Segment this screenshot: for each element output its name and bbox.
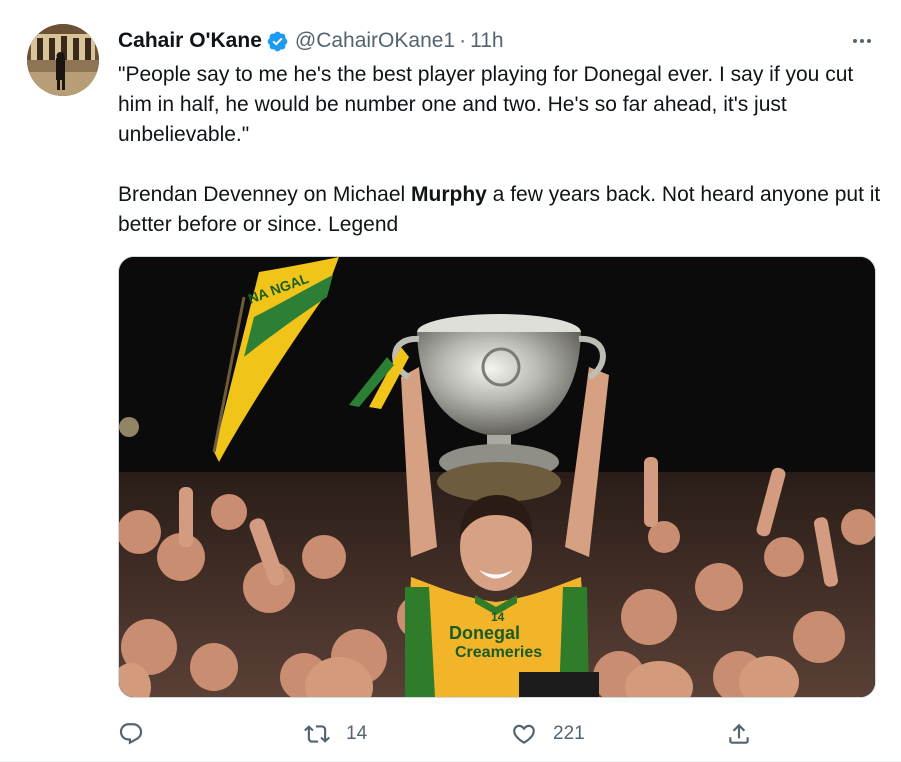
tweet-actions: 14 221 bbox=[118, 716, 758, 752]
retweet-count: 14 bbox=[346, 723, 368, 744]
author-avatar[interactable] bbox=[27, 24, 99, 96]
retweet-button[interactable]: 14 bbox=[304, 716, 367, 752]
more-icon[interactable] bbox=[849, 28, 875, 54]
verified-badge-icon bbox=[266, 30, 289, 53]
tweet-photo[interactable]: NA NGAL Donegal Creameries 14 bbox=[118, 256, 876, 698]
share-button[interactable] bbox=[726, 716, 768, 752]
photo-illustration: NA NGAL Donegal Creameries 14 bbox=[119, 257, 875, 697]
tweet-card[interactable]: Cahair O'Kane @CahairOKane1 · 11h "Peopl… bbox=[0, 0, 901, 762]
reply-icon bbox=[119, 723, 143, 745]
tweet-paragraph-comment: Brendan Devenney on Michael Murphy a few… bbox=[118, 180, 888, 240]
tweet-text-before-bold: Brendan Devenney on Michael bbox=[118, 183, 412, 206]
jersey-sponsor-line2: Creameries bbox=[455, 644, 542, 661]
share-icon bbox=[729, 723, 749, 744]
reply-button[interactable] bbox=[118, 716, 160, 752]
tweet-timestamp[interactable]: 11h bbox=[470, 29, 503, 53]
jersey-sponsor-line1: Donegal bbox=[449, 623, 520, 643]
tweet-paragraph-quote: "People say to me he's the best player p… bbox=[118, 63, 854, 146]
jersey-number: 14 bbox=[491, 610, 505, 624]
like-button[interactable]: 221 bbox=[511, 716, 585, 752]
tweet-text: "People say to me he's the best player p… bbox=[118, 60, 888, 240]
author-name[interactable]: Cahair O'Kane bbox=[118, 29, 262, 53]
separator-dot: · bbox=[459, 29, 467, 52]
tweet-text-highlight: Murphy bbox=[411, 183, 487, 206]
heart-icon bbox=[513, 724, 535, 744]
retweet-icon bbox=[304, 725, 330, 743]
tweet-header: Cahair O'Kane @CahairOKane1 · 11h bbox=[118, 27, 504, 55]
author-handle[interactable]: @CahairOKane1 bbox=[295, 29, 455, 53]
like-count: 221 bbox=[553, 723, 585, 744]
